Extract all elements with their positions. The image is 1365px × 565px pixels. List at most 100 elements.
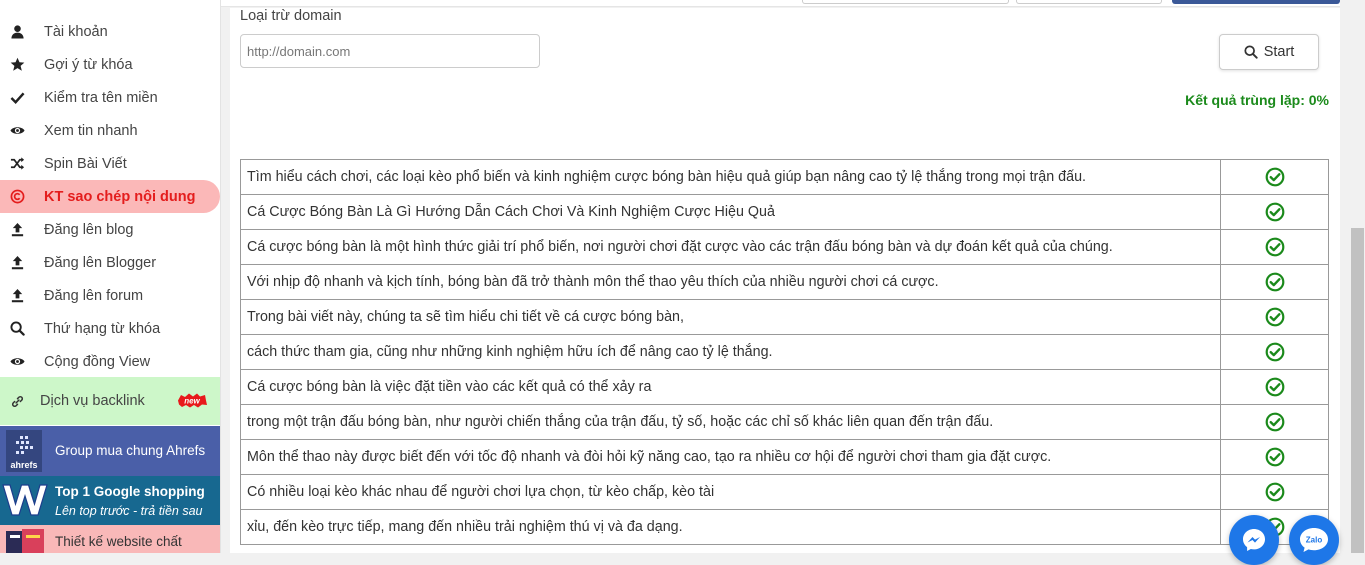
sidebar-item-3[interactable]: Kiểm tra tên miền <box>0 81 220 114</box>
new-badge-icon: new <box>178 393 207 408</box>
table-row: Môn thể thao này được biết đến với tốc đ… <box>240 439 1329 475</box>
sidebar-item-label: Cộng đồng View <box>44 353 151 370</box>
sidebar-item-label: Gợi ý từ khóa <box>44 56 133 73</box>
row-status <box>1220 439 1329 475</box>
web-design-icon <box>6 529 44 553</box>
promo-web-design[interactable]: Thiết kế website chất <box>0 525 220 553</box>
svg-text:ahrefs: ahrefs <box>10 460 37 470</box>
table-row: Cá cược bóng bàn là một hình thức giải t… <box>240 229 1329 265</box>
link-icon <box>0 394 34 409</box>
svg-text:new: new <box>184 397 200 406</box>
row-status <box>1220 159 1329 195</box>
zalo-button[interactable]: Zalo <box>1289 515 1339 565</box>
table-row: trong một trận đấu bóng bàn, như người c… <box>240 404 1329 440</box>
table-row: Cá cược bóng bàn là việc đặt tiền vào cá… <box>240 369 1329 405</box>
table-row: Có nhiều loại kèo khác nhau để người chơ… <box>240 474 1329 510</box>
check-circle-icon <box>1265 447 1284 467</box>
row-status <box>1220 299 1329 335</box>
check-circle-icon <box>1265 202 1284 222</box>
promo-ahrefs-label: Group mua chung Ahrefs <box>55 443 206 458</box>
exclude-domain-label: Loại trừ domain <box>240 8 342 24</box>
row-status <box>1220 229 1329 265</box>
sidebar-item-label: Xem tin nhanh <box>44 122 138 139</box>
sidebar-item-label: Spin Bài Viết <box>44 155 127 172</box>
top-field-1[interactable] <box>802 0 1009 4</box>
promo-ahrefs[interactable]: ahrefs Group mua chung Ahrefs <box>0 426 220 476</box>
sidebar-item-label: Kiểm tra tên miền <box>44 89 158 106</box>
check-circle-icon <box>1265 307 1284 327</box>
messenger-button[interactable] <box>1229 515 1279 565</box>
shuffle-icon <box>0 156 34 171</box>
row-text: Có nhiều loại kèo khác nhau để người chơ… <box>240 474 1221 510</box>
sidebar-item-backlink[interactable]: Dịch vụ backlink new <box>0 377 220 425</box>
row-text: cách thức tham gia, cũng như những kinh … <box>240 334 1221 370</box>
table-row: xỉu, đến kèo trực tiếp, mang đến nhiều t… <box>240 509 1329 545</box>
ahrefs-logo-icon: ahrefs <box>6 430 42 472</box>
search-icon <box>1244 45 1258 59</box>
search-icon <box>0 321 34 336</box>
sidebar-item-4[interactable]: Xem tin nhanh <box>0 114 220 147</box>
row-text: Môn thể thao này được biết đến với tốc đ… <box>240 439 1221 475</box>
sidebar-item-8[interactable]: Đăng lên Blogger <box>0 246 220 279</box>
w-logo-icon <box>2 484 48 516</box>
promo-google-title: Top 1 Google shopping <box>55 484 205 499</box>
check-circle-icon <box>1265 167 1284 187</box>
sidebar-item-label: Thứ hạng từ khóa <box>44 320 161 337</box>
table-row: Cá Cược Bóng Bàn Là Gì Hướng Dẫn Cách Ch… <box>240 194 1329 230</box>
eye-icon <box>0 354 34 369</box>
results-table: Tìm hiểu cách chơi, các loại kèo phổ biế… <box>240 159 1329 545</box>
main-panel: Loại trừ domain Start Kết quả trùng lặp:… <box>230 8 1340 553</box>
exclude-domain-input[interactable] <box>240 34 540 68</box>
row-text: Cá cược bóng bàn là một hình thức giải t… <box>240 229 1221 265</box>
sidebar-item-5[interactable]: Spin Bài Viết <box>0 147 220 180</box>
sidebar-item-label: Đăng lên blog <box>44 221 134 238</box>
start-button-label: Start <box>1263 44 1295 60</box>
promo-google-subtitle: Lên top trước - trả tiền sau <box>55 504 203 518</box>
copyright-icon <box>0 189 34 204</box>
check-circle-icon <box>1265 237 1284 257</box>
table-row: Tìm hiểu cách chơi, các loại kèo phổ biế… <box>240 159 1329 195</box>
promo-web-label: Thiết kế website chất <box>55 534 182 549</box>
messenger-icon <box>1243 529 1265 551</box>
row-text: Cá Cược Bóng Bàn Là Gì Hướng Dẫn Cách Ch… <box>240 194 1221 230</box>
sidebar-item-label: Đăng lên Blogger <box>44 254 157 271</box>
row-text: Trong bài viết này, chúng ta sẽ tìm hiểu… <box>240 299 1221 335</box>
row-status <box>1220 264 1329 300</box>
row-text: Cá cược bóng bàn là việc đặt tiền vào cá… <box>240 369 1221 405</box>
sidebar-item-2[interactable]: Gợi ý từ khóa <box>0 48 220 81</box>
check-circle-icon <box>1265 342 1284 362</box>
table-row: cách thức tham gia, cũng như những kinh … <box>240 334 1329 370</box>
table-row: Trong bài viết này, chúng ta sẽ tìm hiểu… <box>240 299 1329 335</box>
sidebar-item-1[interactable]: Tài khoản <box>0 15 220 48</box>
row-text: Tìm hiểu cách chơi, các loại kèo phổ biế… <box>240 159 1221 195</box>
check-circle-icon <box>1265 412 1284 432</box>
scrollbar-thumb[interactable] <box>1351 228 1364 553</box>
sidebar: Tài khoản Gợi ý từ khóa Kiểm tra tên miền X… <box>0 0 221 553</box>
sidebar-item-6[interactable]: KT sao chép nội dung <box>0 180 220 213</box>
table-row: Với nhịp độ nhanh và kịch tính, bóng bàn… <box>240 264 1329 300</box>
upload-icon <box>0 288 34 303</box>
sidebar-item-11[interactable]: Cộng đồng View <box>0 345 220 378</box>
star-icon <box>0 57 34 72</box>
top-field-2[interactable] <box>1016 0 1162 4</box>
sidebar-item-label: Tài khoản <box>44 23 108 40</box>
row-status <box>1220 369 1329 405</box>
check-circle-icon <box>1265 272 1284 292</box>
check-circle-icon <box>1265 377 1284 397</box>
row-status <box>1220 474 1329 510</box>
upload-icon <box>0 222 34 237</box>
sidebar-item-7[interactable]: Đăng lên blog <box>0 213 220 246</box>
eye-icon <box>0 123 34 138</box>
svg-text:Zalo: Zalo <box>1306 536 1323 545</box>
top-button[interactable] <box>1172 0 1340 4</box>
sidebar-item-label: Đăng lên forum <box>44 287 144 304</box>
sidebar-item-9[interactable]: Đăng lên forum <box>0 279 220 312</box>
row-text: xỉu, đến kèo trực tiếp, mang đến nhiều t… <box>240 509 1221 545</box>
promo-google-shopping[interactable]: Top 1 Google shopping Lên top trước - tr… <box>0 476 220 525</box>
check-circle-icon <box>1265 482 1284 502</box>
sidebar-item-label: Dịch vụ backlink <box>40 393 145 409</box>
start-button[interactable]: Start <box>1219 34 1319 70</box>
sidebar-item-10[interactable]: Thứ hạng từ khóa <box>0 312 220 345</box>
user-icon <box>0 24 34 39</box>
upload-icon <box>0 255 34 270</box>
